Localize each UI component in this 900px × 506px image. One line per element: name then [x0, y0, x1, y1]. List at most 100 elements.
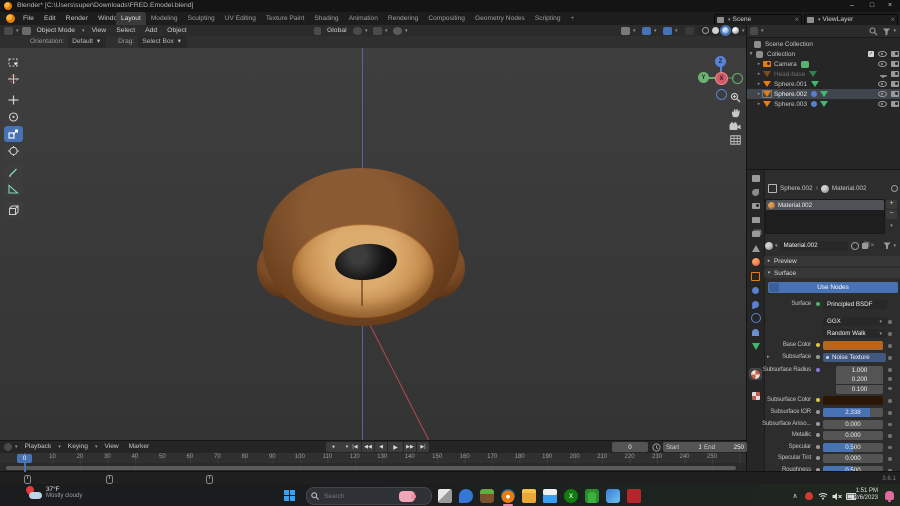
minecraft-icon[interactable] [480, 489, 494, 503]
gizmo-z-neg-axis[interactable] [716, 89, 727, 100]
jump-to-end-button[interactable]: ▶| [417, 442, 429, 452]
orientation-dropdown[interactable]: Default ▾ [68, 36, 107, 48]
outliner-filter-icon[interactable] [882, 27, 891, 36]
current-frame-field[interactable]: 0 [612, 442, 648, 452]
tool-measure[interactable] [4, 181, 23, 197]
timeline-ruler[interactable]: 0 10 20 30 40 50 60 70 80 90 100 110 120 130 140 150 160… [0, 453, 746, 463]
use-nodes-button[interactable]: Use Nodes [768, 282, 898, 293]
gizmo-y-axis[interactable]: Y [698, 72, 709, 83]
radius-x-field[interactable]: 1.000 [836, 365, 883, 375]
expander-icon[interactable]: ▸ [755, 71, 763, 77]
hide-eye-icon[interactable] [878, 90, 887, 98]
decorator-dot[interactable] [888, 445, 892, 449]
notification-bell-icon[interactable] [885, 491, 894, 502]
surface-panel-header[interactable]: ▾ Surface [764, 268, 900, 278]
menu-add[interactable]: Add [140, 25, 162, 36]
drag-dropdown[interactable]: Select Box ▾ [138, 36, 187, 48]
radius-z-field[interactable]: 0.100 [836, 384, 883, 394]
xray-toggle[interactable] [684, 26, 695, 35]
file-explorer-icon[interactable] [522, 489, 536, 503]
decorator-dot[interactable] [888, 386, 892, 390]
subsurface-texture-field[interactable]: Noise Texture [823, 353, 886, 362]
tab-uv-editing[interactable]: UV Editing [220, 12, 261, 25]
tab-tool[interactable] [750, 187, 761, 197]
specular-slider[interactable]: 0.500 [823, 442, 883, 452]
auto-keying-button[interactable]: ● [326, 442, 341, 452]
menu-view-timeline[interactable]: View [99, 441, 123, 453]
tray-chevron-icon[interactable]: ∧ [790, 491, 800, 501]
playhead[interactable]: 0 [17, 454, 32, 463]
start-frame-field[interactable]: Start1 [663, 442, 705, 452]
menu-object[interactable]: Object [162, 25, 192, 36]
preview-panel-header[interactable]: ▸ Preview [764, 256, 900, 266]
menu-file[interactable]: File [18, 12, 39, 25]
menu-render[interactable]: Render [61, 12, 93, 25]
outliner-editor-icon[interactable] [750, 27, 758, 35]
unlink-material-icon[interactable]: × [871, 242, 875, 249]
new-material-icon[interactable] [861, 242, 868, 249]
outliner-row-head-base[interactable]: ▸ Head-base [747, 69, 900, 79]
pan-view-button[interactable] [727, 105, 743, 119]
menu-playback[interactable]: Playback [20, 441, 57, 453]
outliner-row-scene-collection[interactable]: Scene Collection [747, 39, 900, 49]
weather-widget[interactable]: 37°F Mostly cloudy [24, 484, 82, 499]
tab-world[interactable] [750, 257, 761, 267]
minimize-button[interactable]: – [844, 0, 860, 12]
outliner-row-sphere-001[interactable]: ▸ Sphere.001 [747, 79, 900, 89]
tab-modeling[interactable]: Modeling [146, 12, 183, 25]
fake-user-icon[interactable] [850, 241, 859, 250]
hide-eye-icon[interactable] [878, 80, 887, 88]
wireframe-shading-icon[interactable] [701, 27, 709, 34]
camera-view-button[interactable] [727, 119, 743, 133]
disable-render-icon[interactable] [891, 101, 899, 107]
timeline-scrollbar[interactable] [6, 465, 736, 470]
gizmo-y-neg-axis[interactable] [732, 73, 743, 84]
material-slot-list[interactable]: Material.002 [765, 199, 885, 234]
subsurface-ior-slider[interactable]: 2.338 [823, 408, 883, 417]
tool-cursor[interactable] [4, 71, 23, 87]
decorator-dot[interactable] [888, 344, 892, 348]
add-slot-button[interactable]: + [886, 200, 897, 209]
tab-shading[interactable]: Shading [309, 12, 343, 25]
radius-y-field[interactable]: 0.200 [836, 375, 883, 384]
decorator-dot[interactable] [888, 411, 892, 415]
blender-taskbar-icon[interactable] [501, 489, 515, 503]
decorator-dot[interactable] [888, 399, 892, 403]
menu-marker[interactable]: Marker [124, 441, 155, 453]
task-view-button[interactable] [438, 489, 452, 503]
previous-keyframe-button[interactable]: ◀◀ [362, 442, 374, 452]
disable-render-icon[interactable] [891, 71, 899, 77]
tab-compositing[interactable]: Compositing [423, 12, 470, 25]
disable-render-icon[interactable] [891, 81, 899, 87]
toggle-ortho-button[interactable] [727, 133, 743, 147]
hide-eye-icon[interactable] [878, 100, 887, 108]
outliner-search-icon[interactable] [869, 26, 878, 36]
snapping-toggle[interactable]: ▾ [372, 26, 390, 35]
timeline-editor-icon[interactable] [4, 443, 12, 451]
pin-icon[interactable] [891, 185, 898, 192]
sss-method-dropdown[interactable]: Random Walk ▾ [823, 329, 887, 338]
show-gizmo-dropdown[interactable]: ▾ [620, 26, 638, 35]
collection-checkbox[interactable]: ✓ [868, 51, 874, 57]
distribution-dropdown[interactable]: GGX ▾ [823, 317, 887, 326]
zoom-view-button[interactable] [727, 90, 743, 104]
decorator-dot[interactable] [888, 422, 892, 426]
tab-output[interactable] [750, 215, 761, 225]
start-button[interactable] [284, 490, 295, 501]
gizmo-x-axis[interactable]: X [715, 72, 728, 85]
menu-keying[interactable]: Keying [63, 441, 93, 453]
jump-to-start-button[interactable]: |◀ [349, 442, 361, 452]
proportional-editing-toggle[interactable]: ▾ [392, 26, 410, 35]
taskbar-search[interactable] [306, 487, 432, 505]
remove-slot-button[interactable]: − [886, 210, 897, 219]
slot-specials-menu[interactable]: ▾ [886, 222, 897, 231]
photos-icon[interactable] [606, 489, 620, 503]
menu-view[interactable]: View [87, 25, 112, 36]
mode-selector[interactable]: Object Mode [32, 25, 81, 36]
tool-transform[interactable] [4, 143, 23, 159]
tab-constraints[interactable] [750, 327, 761, 337]
next-keyframe-button[interactable]: ▶▶ [404, 442, 416, 452]
outliner-row-sphere-003[interactable]: ▸ Sphere.003 [747, 99, 900, 109]
outliner-row-collection[interactable]: ▼ Collection ✓ [747, 49, 900, 59]
search-input[interactable] [322, 491, 396, 501]
